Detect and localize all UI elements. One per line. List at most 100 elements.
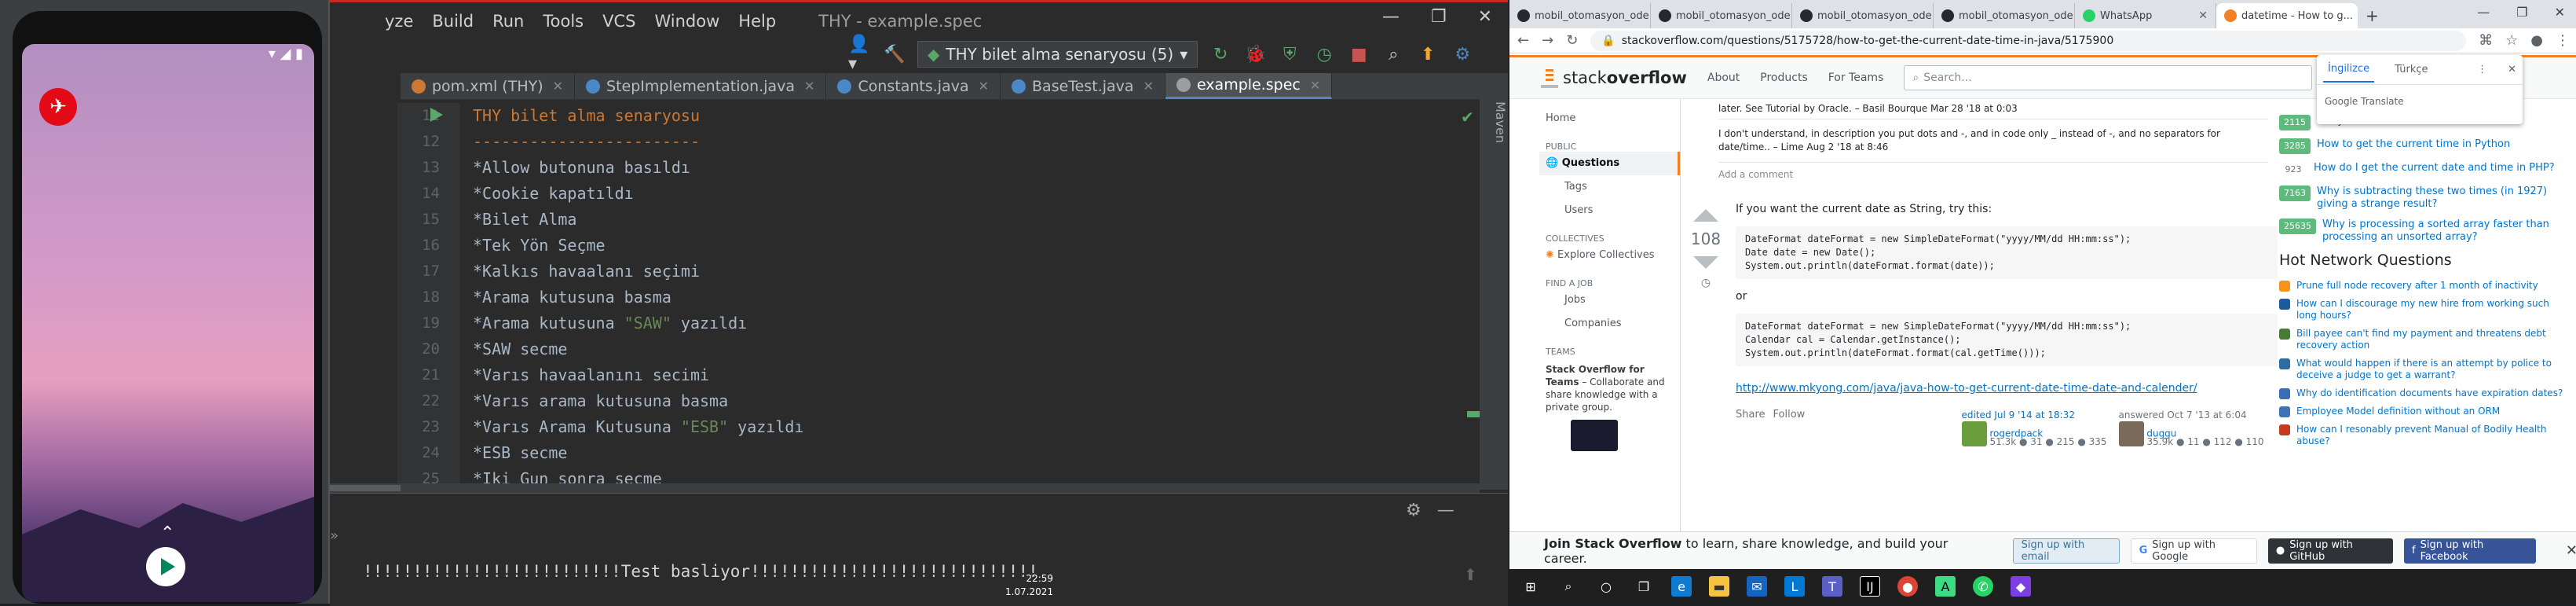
- maven-side-panel[interactable]: Maven: [1480, 73, 1508, 490]
- hot-question[interactable]: How can I discourage my new hire from wo…: [2279, 298, 2570, 321]
- menu-build[interactable]: Build: [432, 12, 474, 31]
- sidebar-item-home[interactable]: Home: [1539, 107, 1680, 130]
- hot-question-title[interactable]: Employee Model definition without an ORM: [2296, 406, 2500, 417]
- avatar[interactable]: [2119, 421, 2144, 446]
- play-store-icon[interactable]: [146, 547, 185, 586]
- system-clock[interactable]: 22:59 1.07.2021: [1005, 572, 1053, 599]
- menu-vcs[interactable]: VCS: [602, 12, 635, 31]
- stop-icon[interactable]: ■: [1347, 42, 1370, 66]
- new-tab-button[interactable]: +: [2358, 3, 2389, 28]
- signup-email-button[interactable]: Sign up with email: [2013, 538, 2120, 564]
- close-icon[interactable]: ✕: [1143, 79, 1154, 94]
- menu-window[interactable]: Window: [654, 12, 719, 31]
- nav-products[interactable]: Products: [1760, 72, 1807, 84]
- nav-about[interactable]: About: [1707, 72, 1740, 84]
- phone-screen[interactable]: ▾ ◢ ▮ ✈ ⌃: [22, 44, 314, 602]
- browser-tab[interactable]: WhatsApp✕: [2075, 3, 2216, 28]
- hammer-icon[interactable]: 🔨: [883, 42, 906, 66]
- hide-icon[interactable]: —: [1437, 501, 1454, 520]
- related-question-title[interactable]: How do I get the current date and time i…: [2314, 162, 2555, 174]
- rerun-icon[interactable]: ↻: [1209, 42, 1232, 66]
- hot-question-title[interactable]: How can I resonably prevent Manual of Bo…: [2296, 424, 2570, 447]
- translate-icon[interactable]: ⌘: [2479, 32, 2493, 49]
- upvote-icon[interactable]: [1693, 209, 1718, 222]
- related-question-title[interactable]: Why is subtracting these two times (in 1…: [2317, 185, 2570, 211]
- edge-icon[interactable]: e: [1671, 576, 1692, 597]
- expand-icon[interactable]: »: [330, 527, 352, 544]
- hot-question-title[interactable]: Prune full node recovery after 1 month o…: [2296, 280, 2538, 292]
- forward-icon[interactable]: →: [1542, 32, 1553, 49]
- sidebar-item-users[interactable]: Users: [1539, 199, 1680, 222]
- close-icon[interactable]: ✕: [2566, 542, 2576, 559]
- file-explorer-icon[interactable]: ▬: [1709, 576, 1729, 597]
- settings-icon[interactable]: ⚙: [1451, 42, 1474, 66]
- close-icon[interactable]: ✕: [2508, 64, 2516, 75]
- translate-lang-source[interactable]: İngilizce: [2323, 57, 2374, 83]
- related-question[interactable]: 3285How to get the current time in Pytho…: [2279, 138, 2570, 154]
- browser-tab[interactable]: mobil_otomasyon_ode✕: [1651, 3, 1792, 28]
- sidebar-item-questions[interactable]: 🌐 Questions: [1539, 152, 1680, 175]
- run-config-select[interactable]: ◆ THY bilet alma senaryosu (5) ▾: [917, 41, 1198, 68]
- tab-pom-xml[interactable]: pom.xml (THY)✕: [401, 73, 575, 99]
- more-icon[interactable]: ⋮: [2477, 64, 2487, 75]
- gear-icon[interactable]: ⚙: [1406, 501, 1422, 520]
- menu-help[interactable]: Help: [738, 12, 776, 31]
- coverage-icon[interactable]: ⛨: [1278, 42, 1301, 66]
- app-icon[interactable]: ◆: [2011, 576, 2031, 597]
- signup-facebook-button[interactable]: fSign up with Facebook: [2404, 538, 2536, 564]
- close-icon[interactable]: ✕: [979, 79, 989, 94]
- translate-lang-target[interactable]: Türkçe: [2395, 64, 2428, 75]
- downvote-icon[interactable]: [1693, 256, 1718, 269]
- scroll-up-icon[interactable]: ⬆: [1464, 565, 1477, 584]
- profile-icon[interactable]: ◷: [1312, 42, 1336, 66]
- tab-basetest[interactable]: BaseTest.java✕: [1001, 73, 1165, 99]
- add-comment-link[interactable]: Add a comment: [1718, 163, 2268, 186]
- browser-tab[interactable]: mobil_otomasyon_ode✕: [1509, 3, 1651, 28]
- avatar[interactable]: [1962, 421, 1987, 446]
- answer-link[interactable]: http://www.mkyong.com/java/java-how-to-g…: [1736, 382, 2278, 395]
- menu-run[interactable]: Run: [492, 12, 524, 31]
- hot-question-title[interactable]: Why do identification documents have exp…: [2296, 387, 2563, 399]
- hot-question[interactable]: How can I resonably prevent Manual of Bo…: [2279, 424, 2570, 447]
- minimize-icon[interactable]: —: [2477, 5, 2490, 20]
- history-icon[interactable]: ◷: [1687, 277, 1725, 289]
- tab-step-implementation[interactable]: StepImplementation.java✕: [575, 73, 826, 99]
- chevron-up-icon[interactable]: ⌃: [160, 523, 174, 543]
- nav-for-teams[interactable]: For Teams: [1828, 72, 1884, 84]
- hot-question-title[interactable]: What would happen if there is an attempt…: [2296, 358, 2570, 381]
- sidebar-item-tags[interactable]: Tags: [1539, 175, 1680, 199]
- run-gutter-icon[interactable]: [430, 108, 443, 122]
- related-question[interactable]: 25635Why is processing a sorted array fa…: [2279, 219, 2570, 244]
- close-icon[interactable]: ✕: [804, 79, 814, 94]
- close-icon[interactable]: ✕: [553, 79, 563, 94]
- tab-example-spec[interactable]: example.spec✕: [1165, 73, 1332, 99]
- star-icon[interactable]: ☆: [2505, 32, 2518, 49]
- close-icon[interactable]: ✕: [1310, 78, 1320, 93]
- close-icon[interactable]: ✕: [2555, 5, 2565, 20]
- browser-tab[interactable]: mobil_otomasyon_ode✕: [1792, 3, 1934, 28]
- profile-icon[interactable]: ●: [2530, 32, 2543, 49]
- follow-link[interactable]: Follow: [1773, 409, 1962, 448]
- related-question[interactable]: 7163Why is subtracting these two times (…: [2279, 185, 2570, 211]
- so-logo[interactable]: stackoverflow: [1541, 68, 1687, 88]
- cortana-icon[interactable]: ○: [1596, 576, 1616, 597]
- close-icon[interactable]: ✕: [2198, 9, 2208, 22]
- teams-icon[interactable]: T: [1822, 576, 1842, 597]
- sidebar-item-companies[interactable]: Companies: [1539, 312, 1680, 336]
- browser-tab-active[interactable]: datetime - How to g...✕: [2216, 3, 2358, 28]
- horizontal-scrollbar[interactable]: [330, 483, 1480, 493]
- hot-question-title[interactable]: Bill payee can't find my payment and thr…: [2296, 328, 2570, 351]
- sidebar-item-jobs[interactable]: Jobs: [1539, 288, 1680, 312]
- chrome-icon[interactable]: ●: [1897, 576, 1918, 597]
- menu-analyze[interactable]: yze: [385, 12, 413, 31]
- restore-icon[interactable]: ❐: [1431, 7, 1447, 27]
- sidebar-item-explore-collectives[interactable]: ✺ Explore Collectives: [1539, 244, 1680, 267]
- browser-tab[interactable]: mobil_otomasyon_ode✕: [1934, 3, 2075, 28]
- hot-question[interactable]: Employee Model definition without an ORM: [2279, 406, 2570, 417]
- windows-start-icon[interactable]: ⊞: [1520, 576, 1541, 597]
- hot-question[interactable]: Why do identification documents have exp…: [2279, 387, 2570, 399]
- task-view-icon[interactable]: ❐: [1634, 576, 1654, 597]
- user-icon[interactable]: 👤▾: [848, 42, 872, 66]
- update-icon[interactable]: ⬆: [1416, 42, 1440, 66]
- menu-icon[interactable]: ⋮: [2556, 32, 2570, 49]
